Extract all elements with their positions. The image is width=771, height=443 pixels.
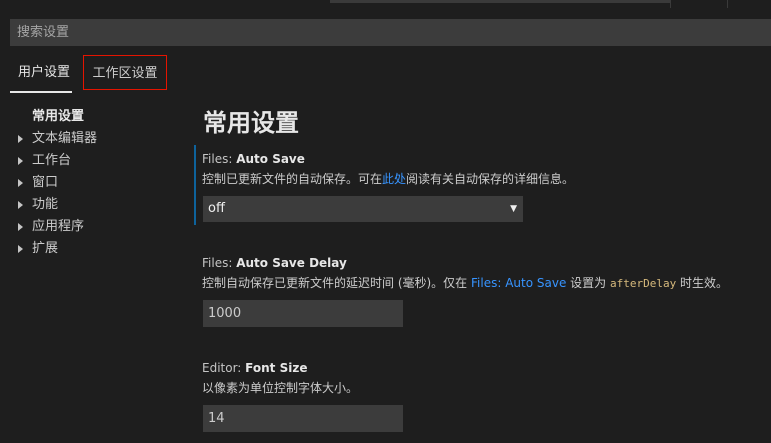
toc-item-features[interactable]: 功能 bbox=[16, 194, 186, 216]
tab-user-settings[interactable]: 用户设置 bbox=[10, 55, 78, 93]
setting-title: Files: Auto Save bbox=[202, 151, 305, 167]
description-link[interactable]: 此处 bbox=[382, 172, 406, 186]
font-size-input[interactable]: 14 bbox=[203, 405, 403, 432]
setting-description: 以像素为单位控制字体大小。 bbox=[202, 381, 359, 395]
divider bbox=[670, 0, 671, 8]
description-text: 阅读有关自动保存的详细信息。 bbox=[406, 172, 575, 186]
toc-item-label: 窗口 bbox=[32, 175, 59, 190]
auto-save-delay-input[interactable]: 1000 bbox=[203, 300, 403, 327]
select-value: off bbox=[208, 201, 225, 216]
toc-item-label: 应用程序 bbox=[32, 219, 85, 234]
toc-item-label: 文本编辑器 bbox=[32, 131, 98, 146]
chevron-right-icon bbox=[18, 245, 23, 253]
toc-item-window[interactable]: 窗口 bbox=[16, 172, 186, 194]
setting-key: Auto Save Delay bbox=[236, 256, 347, 270]
chevron-right-icon bbox=[18, 157, 23, 165]
setting-key: Font Size bbox=[245, 361, 308, 375]
setting-key: Auto Save bbox=[236, 152, 305, 166]
setting-description: 控制已更新文件的自动保存。可在此处阅读有关自动保存的详细信息。 bbox=[202, 171, 574, 188]
chevron-right-icon bbox=[18, 135, 23, 143]
settings-toc: 常用设置 文本编辑器 工作台 窗口 功能 应用程序 扩展 bbox=[16, 106, 186, 260]
setting-description: 控制自动保存已更新文件的延迟时间 (毫秒)。仅在 Files: Auto Sav… bbox=[202, 275, 728, 292]
auto-save-select[interactable]: off ▼ bbox=[203, 196, 523, 222]
setting-title: Editor: Font Size bbox=[202, 360, 307, 376]
page-title: 常用设置 bbox=[203, 109, 299, 137]
toc-item-label: 扩展 bbox=[32, 241, 59, 256]
description-code: afterDelay bbox=[609, 277, 677, 290]
chevron-right-icon bbox=[18, 179, 23, 187]
chevron-down-icon: ▼ bbox=[510, 204, 517, 214]
setting-category: Files: bbox=[202, 152, 237, 166]
settings-search-box[interactable] bbox=[10, 19, 771, 46]
tab-workspace-settings[interactable]: 工作区设置 bbox=[83, 55, 167, 90]
description-link[interactable]: Files: Auto Save bbox=[471, 276, 566, 290]
chevron-right-icon bbox=[18, 223, 23, 231]
description-text: 控制已更新文件的自动保存。可在 bbox=[202, 172, 383, 186]
chevron-right-icon bbox=[18, 201, 23, 209]
setting-title: Files: Auto Save Delay bbox=[202, 255, 347, 271]
toc-item-extensions[interactable]: 扩展 bbox=[16, 238, 186, 260]
description-text: 控制自动保存已更新文件的延迟时间 (毫秒)。仅在 bbox=[202, 276, 471, 290]
top-scroll-strip bbox=[0, 0, 771, 10]
setting-category: Editor: bbox=[202, 361, 246, 375]
toc-item-label: 功能 bbox=[32, 197, 59, 212]
search-input[interactable] bbox=[11, 20, 770, 45]
toc-item-application[interactable]: 应用程序 bbox=[16, 216, 186, 238]
toc-item-common[interactable]: 常用设置 bbox=[16, 106, 186, 128]
description-text: 设置为 bbox=[566, 276, 610, 290]
setting-category: Files: bbox=[202, 256, 237, 270]
divider bbox=[727, 0, 728, 8]
toc-item-label: 工作台 bbox=[32, 153, 72, 168]
horizontal-scrollbar-thumb[interactable] bbox=[330, 0, 670, 3]
toc-item-workbench[interactable]: 工作台 bbox=[16, 150, 186, 172]
description-text: 时生效。 bbox=[676, 276, 729, 290]
toc-item-text-editor[interactable]: 文本编辑器 bbox=[16, 128, 186, 150]
